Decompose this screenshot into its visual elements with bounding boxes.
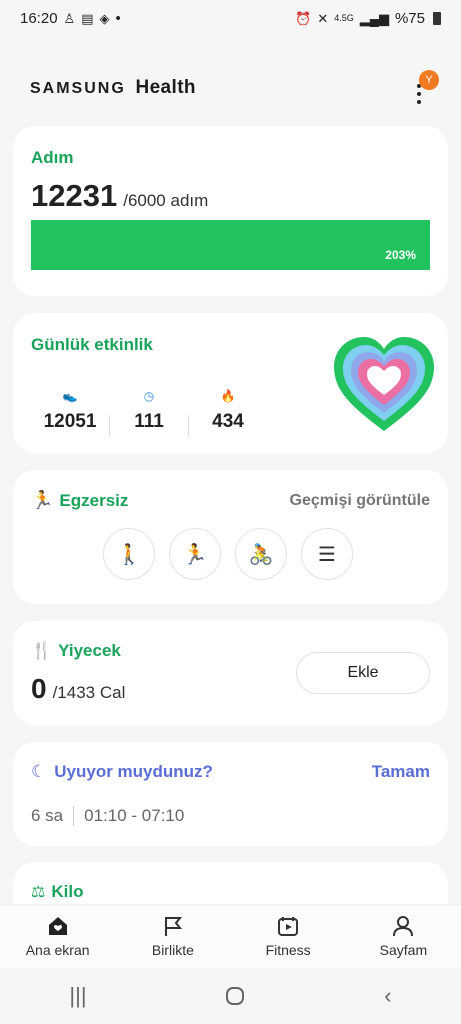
run-icon: 🏃 <box>182 543 208 566</box>
battery-icon <box>433 11 441 25</box>
bike-icon: 🚴 <box>248 543 274 566</box>
view-history-link[interactable]: Geçmişi görüntüle <box>290 492 430 510</box>
sleep-question: Uyuyor muydunuz? <box>54 762 213 781</box>
bottom-navigation: Ana ekran Birlikte Fitness Sayfam <box>0 904 461 968</box>
status-time: 16:20 <box>20 9 58 27</box>
home-icon <box>48 917 67 935</box>
fork-knife-icon: 🍴 <box>31 641 53 660</box>
walk-button[interactable]: 🚶 <box>103 528 155 580</box>
back-icon[interactable]: ‹ <box>384 983 391 1009</box>
account-badge: Y <box>419 70 439 90</box>
signal-icon: ▂▄▆ <box>359 10 389 26</box>
activity-minutes-stat: ◷ 111 <box>110 387 188 437</box>
steps-title: Adım <box>31 148 74 167</box>
exercise-card: 🏃 Egzersiz Geçmişi görüntüle 🚶 🏃 🚴 ☰ <box>13 470 448 604</box>
run-button[interactable]: 🏃 <box>169 528 221 580</box>
activity-steps-value: 12051 <box>43 411 97 432</box>
add-food-button[interactable]: Ekle <box>296 652 430 694</box>
nav-together-label: Birlikte <box>151 942 194 958</box>
status-bar: 16:20 ♙ ▤ ◈ • ⏰ ✕ 4.5G ▂▄▆ %75 <box>0 0 461 36</box>
food-title: Yiyecek <box>58 641 121 660</box>
flame-icon: 🔥 <box>220 389 236 403</box>
steps-percent: 203% <box>385 248 416 262</box>
steps-progress-bar: 203% <box>31 220 430 270</box>
exercise-title: Egzersiz <box>59 490 129 510</box>
food-calories-goal: /1433 Cal <box>52 683 126 702</box>
steps-progress-fill <box>31 220 430 270</box>
nav-fitness-label: Fitness <box>265 942 311 958</box>
nav-together[interactable]: Birlikte <box>123 915 223 958</box>
nav-fitness[interactable]: Fitness <box>238 915 338 958</box>
sleep-card[interactable]: ☾ Uyuyor muydunuz? Tamam 6 sa 01:10 - 07… <box>13 742 448 846</box>
steps-count: 12231 <box>31 178 118 213</box>
exercise-list-button[interactable]: ☰ <box>301 528 353 580</box>
sleep-confirm-button[interactable]: Tamam <box>372 762 430 782</box>
steps-goal: /6000 adım <box>123 191 209 210</box>
nav-my-page[interactable]: Sayfam <box>353 915 453 958</box>
package-icon: ◈ <box>99 10 110 26</box>
notification-icon: ♙ <box>63 10 76 26</box>
walk-icon: 🚶 <box>116 543 142 566</box>
sleep-duration: 6 sa <box>31 806 64 825</box>
steps-card[interactable]: Adım 12231 /6000 adım 203% <box>13 126 448 296</box>
person-icon <box>393 916 414 937</box>
bike-button[interactable]: 🚴 <box>235 528 287 580</box>
alarm-icon: ⏰ <box>295 10 312 26</box>
moon-icon: ☾ <box>31 762 47 781</box>
recent-apps-icon[interactable]: ||| <box>69 983 86 1009</box>
daily-activity-card[interactable]: Günlük etkinlik 👟 12051 ◷ 111 🔥 434 <box>13 313 448 453</box>
system-navigation-bar: ||| ‹ <box>0 968 461 1024</box>
food-card[interactable]: 🍴 Yiyecek 0 /1433 Cal Ekle <box>13 621 448 725</box>
activity-heart-ring-icon <box>334 337 434 431</box>
nav-my-page-label: Sayfam <box>379 942 428 958</box>
shoe-icon: 👟 <box>62 389 78 403</box>
message-icon: ▤ <box>81 10 94 26</box>
battery-label: %75 <box>394 9 425 27</box>
kebab-menu-icon <box>417 84 421 104</box>
runner-icon: 🏃 <box>31 490 54 510</box>
app-header: SAMSUNG Health Y <box>0 60 461 116</box>
nav-home-label: Ana ekran <box>25 942 90 958</box>
clock-icon: ◷ <box>143 389 155 403</box>
sleep-time-range: 01:10 - 07:10 <box>84 806 185 825</box>
play-calendar-icon <box>278 917 299 936</box>
more-options-button[interactable]: Y <box>407 68 439 108</box>
status-dot: • <box>115 9 121 27</box>
brand-health: Health <box>135 77 196 98</box>
scale-icon: ⚖ <box>31 884 46 901</box>
mute-icon: ✕ <box>317 10 329 26</box>
activity-calories-stat: 🔥 434 <box>189 387 267 437</box>
network-label: 4.5G <box>334 12 354 23</box>
activity-steps-stat: 👟 12051 <box>31 387 109 437</box>
brand-samsung: SAMSUNG <box>30 80 126 97</box>
list-icon: ☰ <box>318 543 336 566</box>
weight-title: Kilo <box>51 882 84 901</box>
flag-icon <box>164 917 182 936</box>
activity-calories-value: 434 <box>212 411 244 432</box>
divider <box>73 806 75 826</box>
food-calories-value: 0 <box>31 673 47 704</box>
app-logo: SAMSUNG Health <box>30 77 196 99</box>
nav-home[interactable]: Ana ekran <box>8 915 108 958</box>
home-button-icon[interactable] <box>225 986 245 1006</box>
activity-minutes-value: 111 <box>134 411 164 432</box>
